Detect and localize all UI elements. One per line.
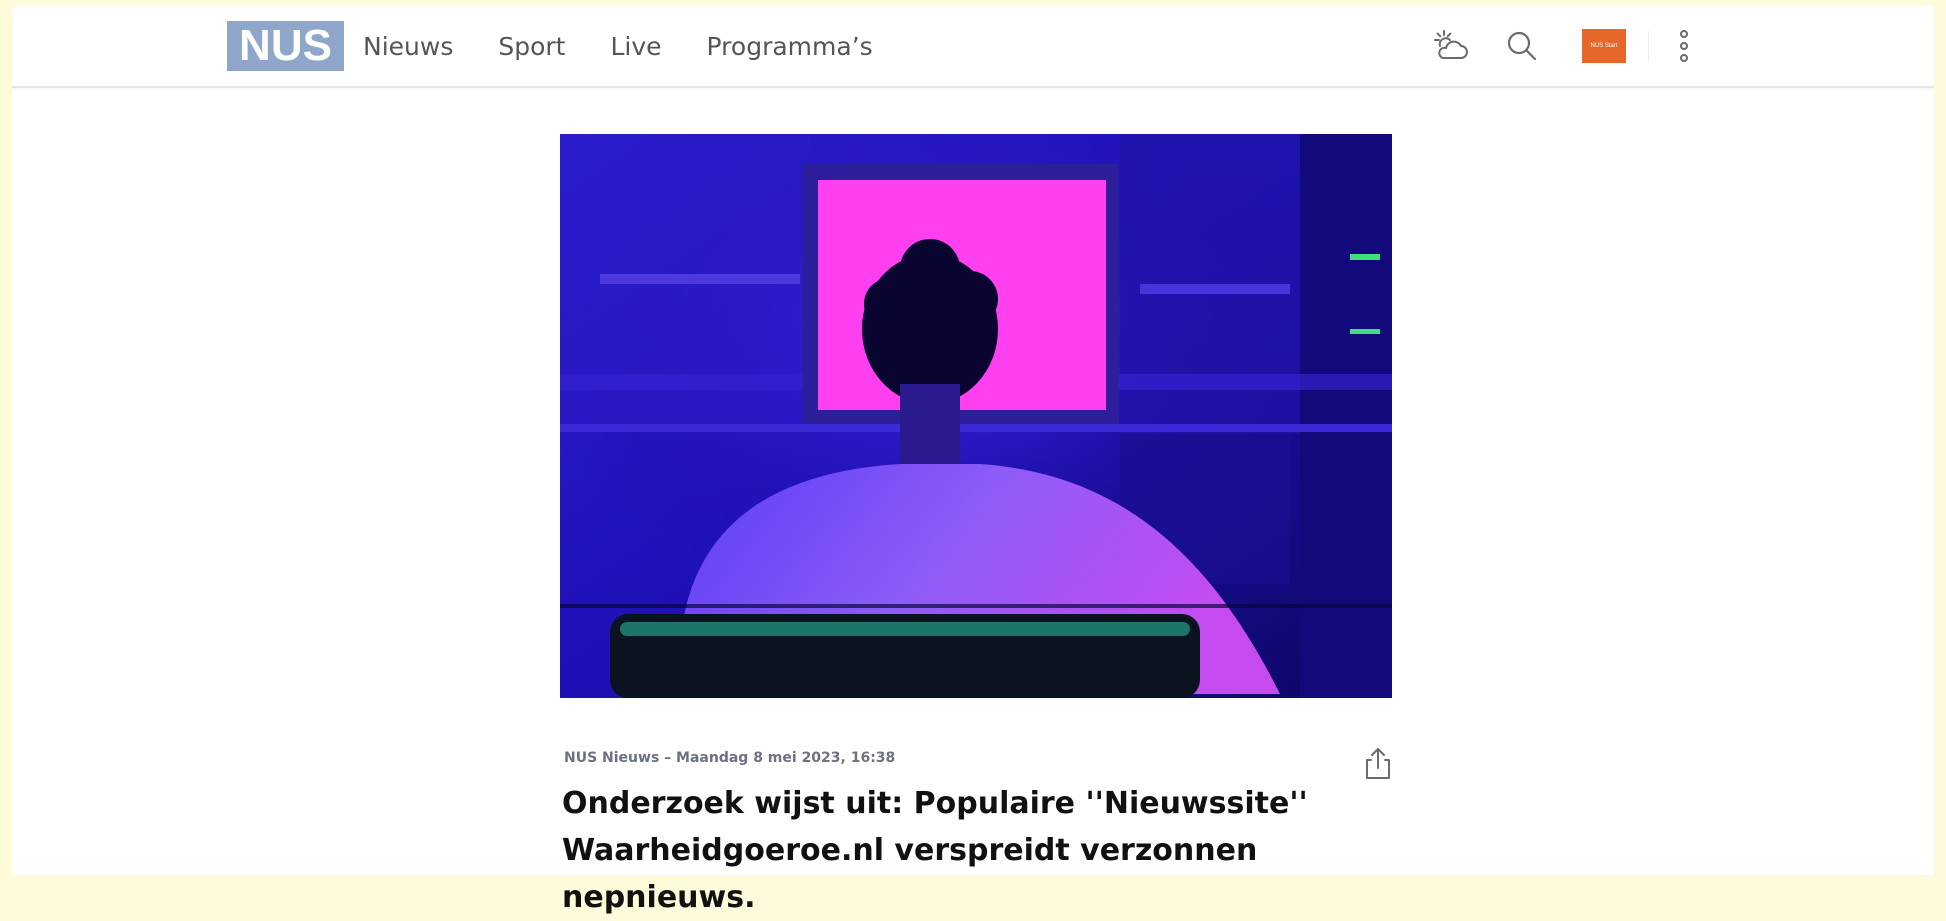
hero-illustration — [560, 134, 1392, 698]
nav-link-sport[interactable]: Sport — [498, 32, 565, 61]
weather-partly-cloudy-icon — [1434, 30, 1468, 59]
weather-button[interactable] — [1430, 26, 1474, 66]
header-divider — [1648, 31, 1649, 61]
more-options-button[interactable] — [1662, 26, 1706, 66]
nus-logo[interactable]: NUS — [227, 21, 344, 71]
more-vertical-icon — [1680, 30, 1688, 62]
page-frame: NUS Nieuws Sport Live Programma’s NUS St… — [12, 6, 1934, 915]
article-headline: Onderzoek wijst uit: Populaire ''Nieuwss… — [562, 780, 1322, 921]
nav-link-live[interactable]: Live — [610, 32, 661, 61]
nav-link-programmas[interactable]: Programma’s — [707, 32, 873, 61]
app-badge-button[interactable]: NUS Start — [1582, 26, 1626, 66]
nav-link-nieuws[interactable]: Nieuws — [363, 32, 453, 61]
share-button[interactable] — [1360, 744, 1396, 784]
headline-line-2: Waarheidgoeroe.nl verspreidt verzonnen n… — [562, 833, 1258, 915]
article-hero-image — [560, 134, 1392, 698]
share-icon — [1366, 748, 1390, 779]
article-meta: NUS Nieuws – Maandag 8 mei 2023, 16:38 — [564, 750, 896, 766]
badge-label: NUS Start — [1590, 43, 1618, 49]
headline-line-1: Onderzoek wijst uit: Populaire ''Nieuwss… — [562, 786, 1308, 821]
top-navigation-bar: NUS Nieuws Sport Live Programma’s NUS St… — [12, 6, 1934, 88]
nos-app-badge: NUS Start — [1582, 29, 1626, 63]
main-nav: Nieuws Sport Live Programma’s — [363, 26, 918, 66]
search-icon — [1507, 31, 1537, 61]
search-button[interactable] — [1500, 26, 1544, 66]
